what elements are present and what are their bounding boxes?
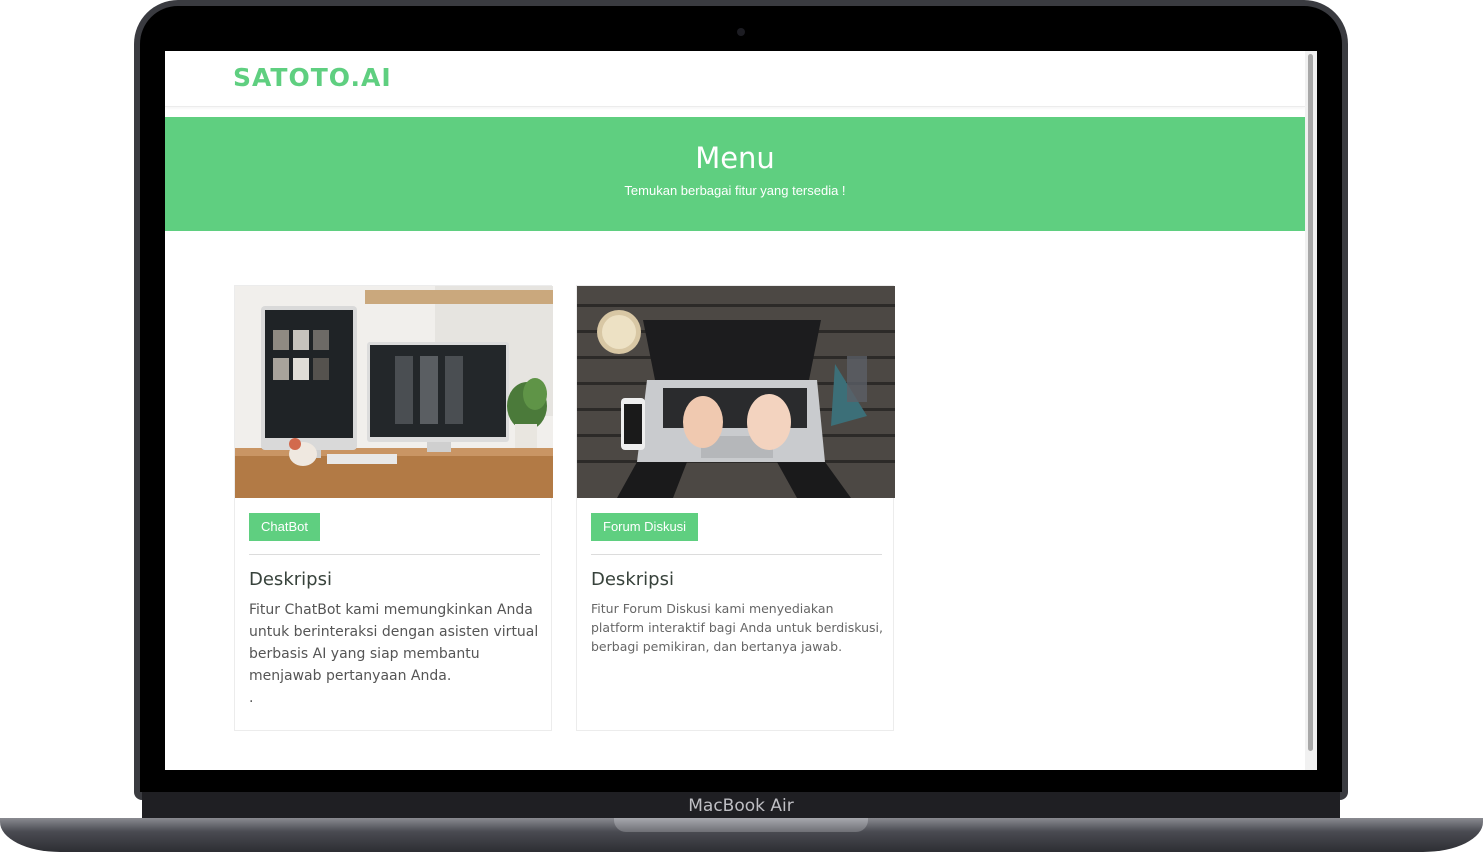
browser-viewport: SATOTO.AI Menu Temukan berbagai fitur ya…	[165, 51, 1317, 770]
card-description-text: Fitur ChatBot kami memungkinkan Anda unt…	[249, 602, 539, 684]
chatbot-badge[interactable]: ChatBot	[249, 513, 320, 541]
page-subtitle: Temukan berbagai fitur yang tersedia !	[624, 183, 846, 198]
card-divider	[249, 554, 540, 555]
page-scrollbar[interactable]	[1305, 51, 1317, 770]
forum-diskusi-badge[interactable]: Forum Diskusi	[591, 513, 699, 541]
navbar: SATOTO.AI	[165, 51, 1305, 107]
card-description: Fitur Forum Diskusi kami menyediakan pla…	[591, 601, 883, 654]
card-description: Fitur ChatBot kami memungkinkan Anda unt…	[249, 599, 541, 709]
screen-chin	[140, 770, 1342, 792]
camera-icon	[737, 28, 745, 36]
chatbot-card[interactable]: ChatBot Deskripsi Fitur ChatBot kami mem…	[234, 285, 553, 731]
card-description-extra: .	[249, 690, 254, 706]
forum-diskusi-image	[577, 286, 895, 498]
device-label: MacBook Air	[142, 792, 1340, 820]
page-title: Menu	[695, 141, 775, 175]
forum-diskusi-card[interactable]: Forum Diskusi Deskripsi Fitur Forum Disk…	[576, 285, 895, 731]
scrollbar-thumb[interactable]	[1308, 54, 1313, 751]
chatbot-image	[235, 286, 553, 498]
card-title: Deskripsi	[249, 569, 332, 590]
card-divider	[591, 554, 882, 555]
card-title: Deskripsi	[591, 569, 674, 590]
hero-banner: Menu Temukan berbagai fitur yang tersedi…	[165, 117, 1305, 231]
site-logo[interactable]: SATOTO.AI	[233, 63, 392, 92]
laptop-base-notch	[614, 818, 868, 832]
